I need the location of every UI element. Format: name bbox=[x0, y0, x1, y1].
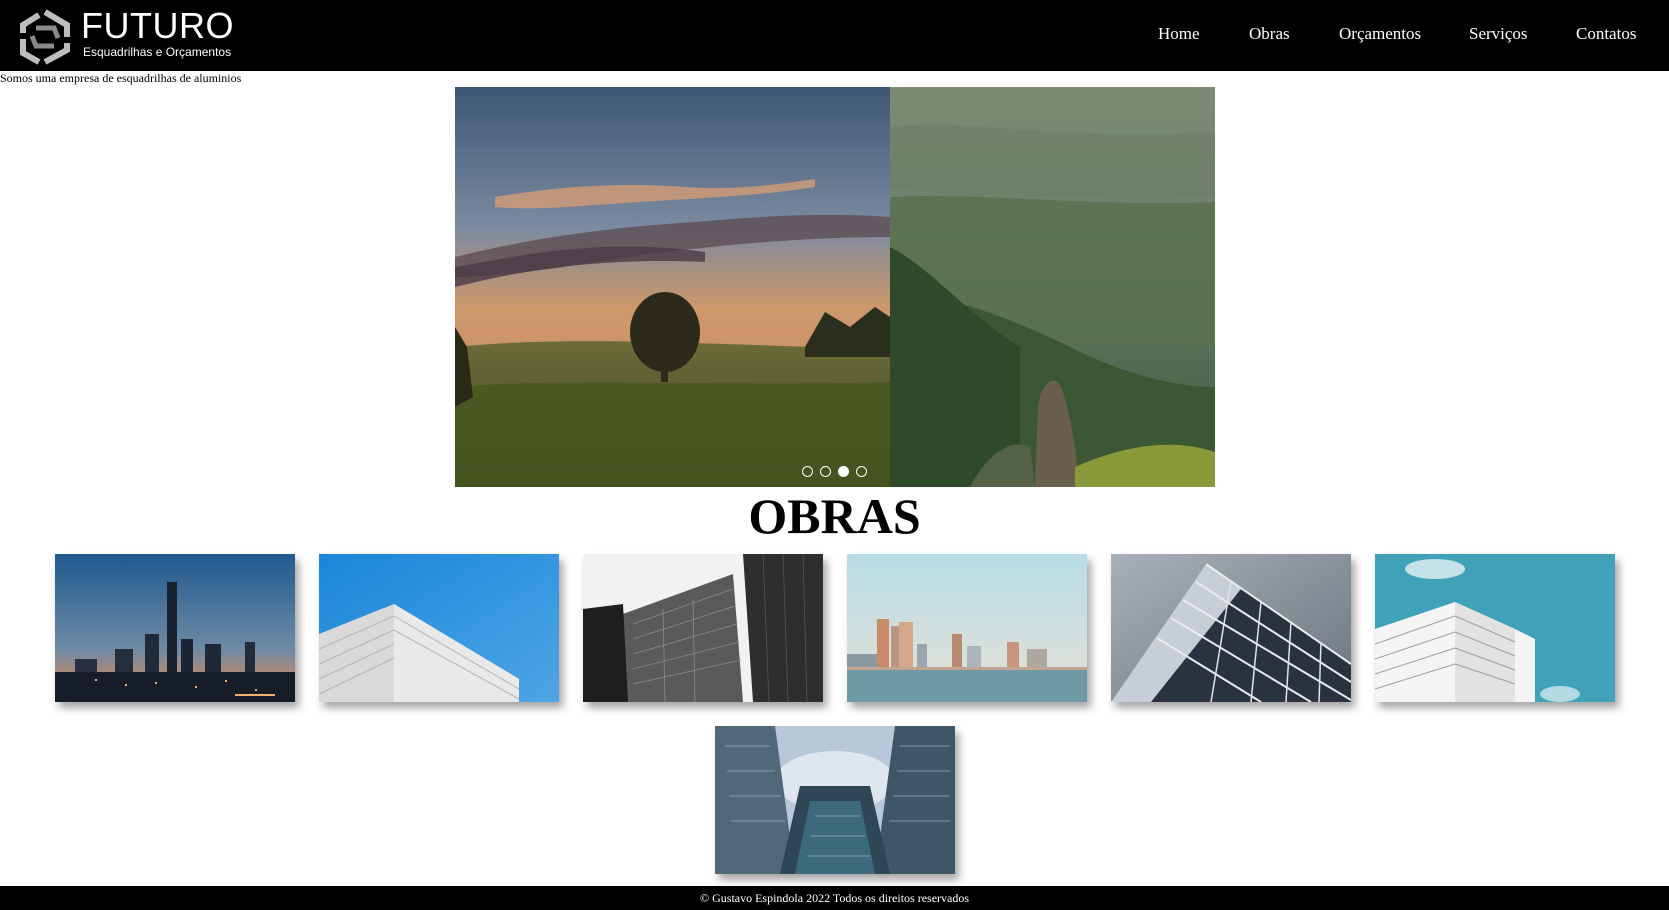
nav-contatos[interactable]: Contatos bbox=[1576, 24, 1636, 44]
nav-obras[interactable]: Obras bbox=[1249, 24, 1290, 44]
obra-thumbnail-6[interactable] bbox=[1375, 554, 1615, 702]
glass-tower-image bbox=[1111, 554, 1351, 702]
city-waterfront-skyline-image bbox=[847, 554, 1087, 702]
obra-thumbnail-1[interactable] bbox=[55, 554, 295, 702]
nav-servicos[interactable]: Serviços bbox=[1469, 24, 1528, 44]
footer-copyright: © Gustavo Espindola 2022 Todos os direit… bbox=[699, 891, 970, 905]
main-nav: Home Obras Orçamentos Serviços Contatos bbox=[0, 24, 1669, 48]
obras-heading: OBRAS bbox=[748, 488, 921, 544]
slider-dot-2[interactable] bbox=[820, 466, 831, 477]
nav-home[interactable]: Home bbox=[1158, 24, 1200, 44]
image-slider[interactable] bbox=[455, 87, 1215, 487]
slider-dot-3[interactable] bbox=[838, 466, 849, 477]
tagline: Somos uma empresa de esquadrilhas de alu… bbox=[0, 71, 242, 85]
skyscrapers-looking-up-image bbox=[715, 726, 955, 874]
slider-dot-1[interactable] bbox=[802, 466, 813, 477]
nav-orcamentos[interactable]: Orçamentos bbox=[1339, 24, 1421, 44]
obra-thumbnail-7[interactable] bbox=[715, 726, 955, 874]
sunset-field-image bbox=[455, 87, 890, 487]
obra-thumbnail-2[interactable] bbox=[319, 554, 559, 702]
white-building-blue-sky-image bbox=[319, 554, 559, 702]
mountain-valley-image bbox=[890, 87, 1215, 487]
site-footer: © Gustavo Espindola 2022 Todos os direit… bbox=[0, 886, 1669, 910]
city-skyline-night-image bbox=[55, 554, 295, 702]
white-apartment-building-image bbox=[1375, 554, 1615, 702]
slider-dot-4[interactable] bbox=[856, 466, 867, 477]
page: FUTURO Esquadrilhas e Orçamentos Home Ob… bbox=[0, 0, 1669, 910]
obra-thumbnail-3[interactable] bbox=[583, 554, 823, 702]
site-header: FUTURO Esquadrilhas e Orçamentos Home Ob… bbox=[0, 0, 1669, 71]
obra-thumbnail-4[interactable] bbox=[847, 554, 1087, 702]
obra-thumbnail-5[interactable] bbox=[1111, 554, 1351, 702]
glass-skyscrapers-bw-image bbox=[583, 554, 823, 702]
